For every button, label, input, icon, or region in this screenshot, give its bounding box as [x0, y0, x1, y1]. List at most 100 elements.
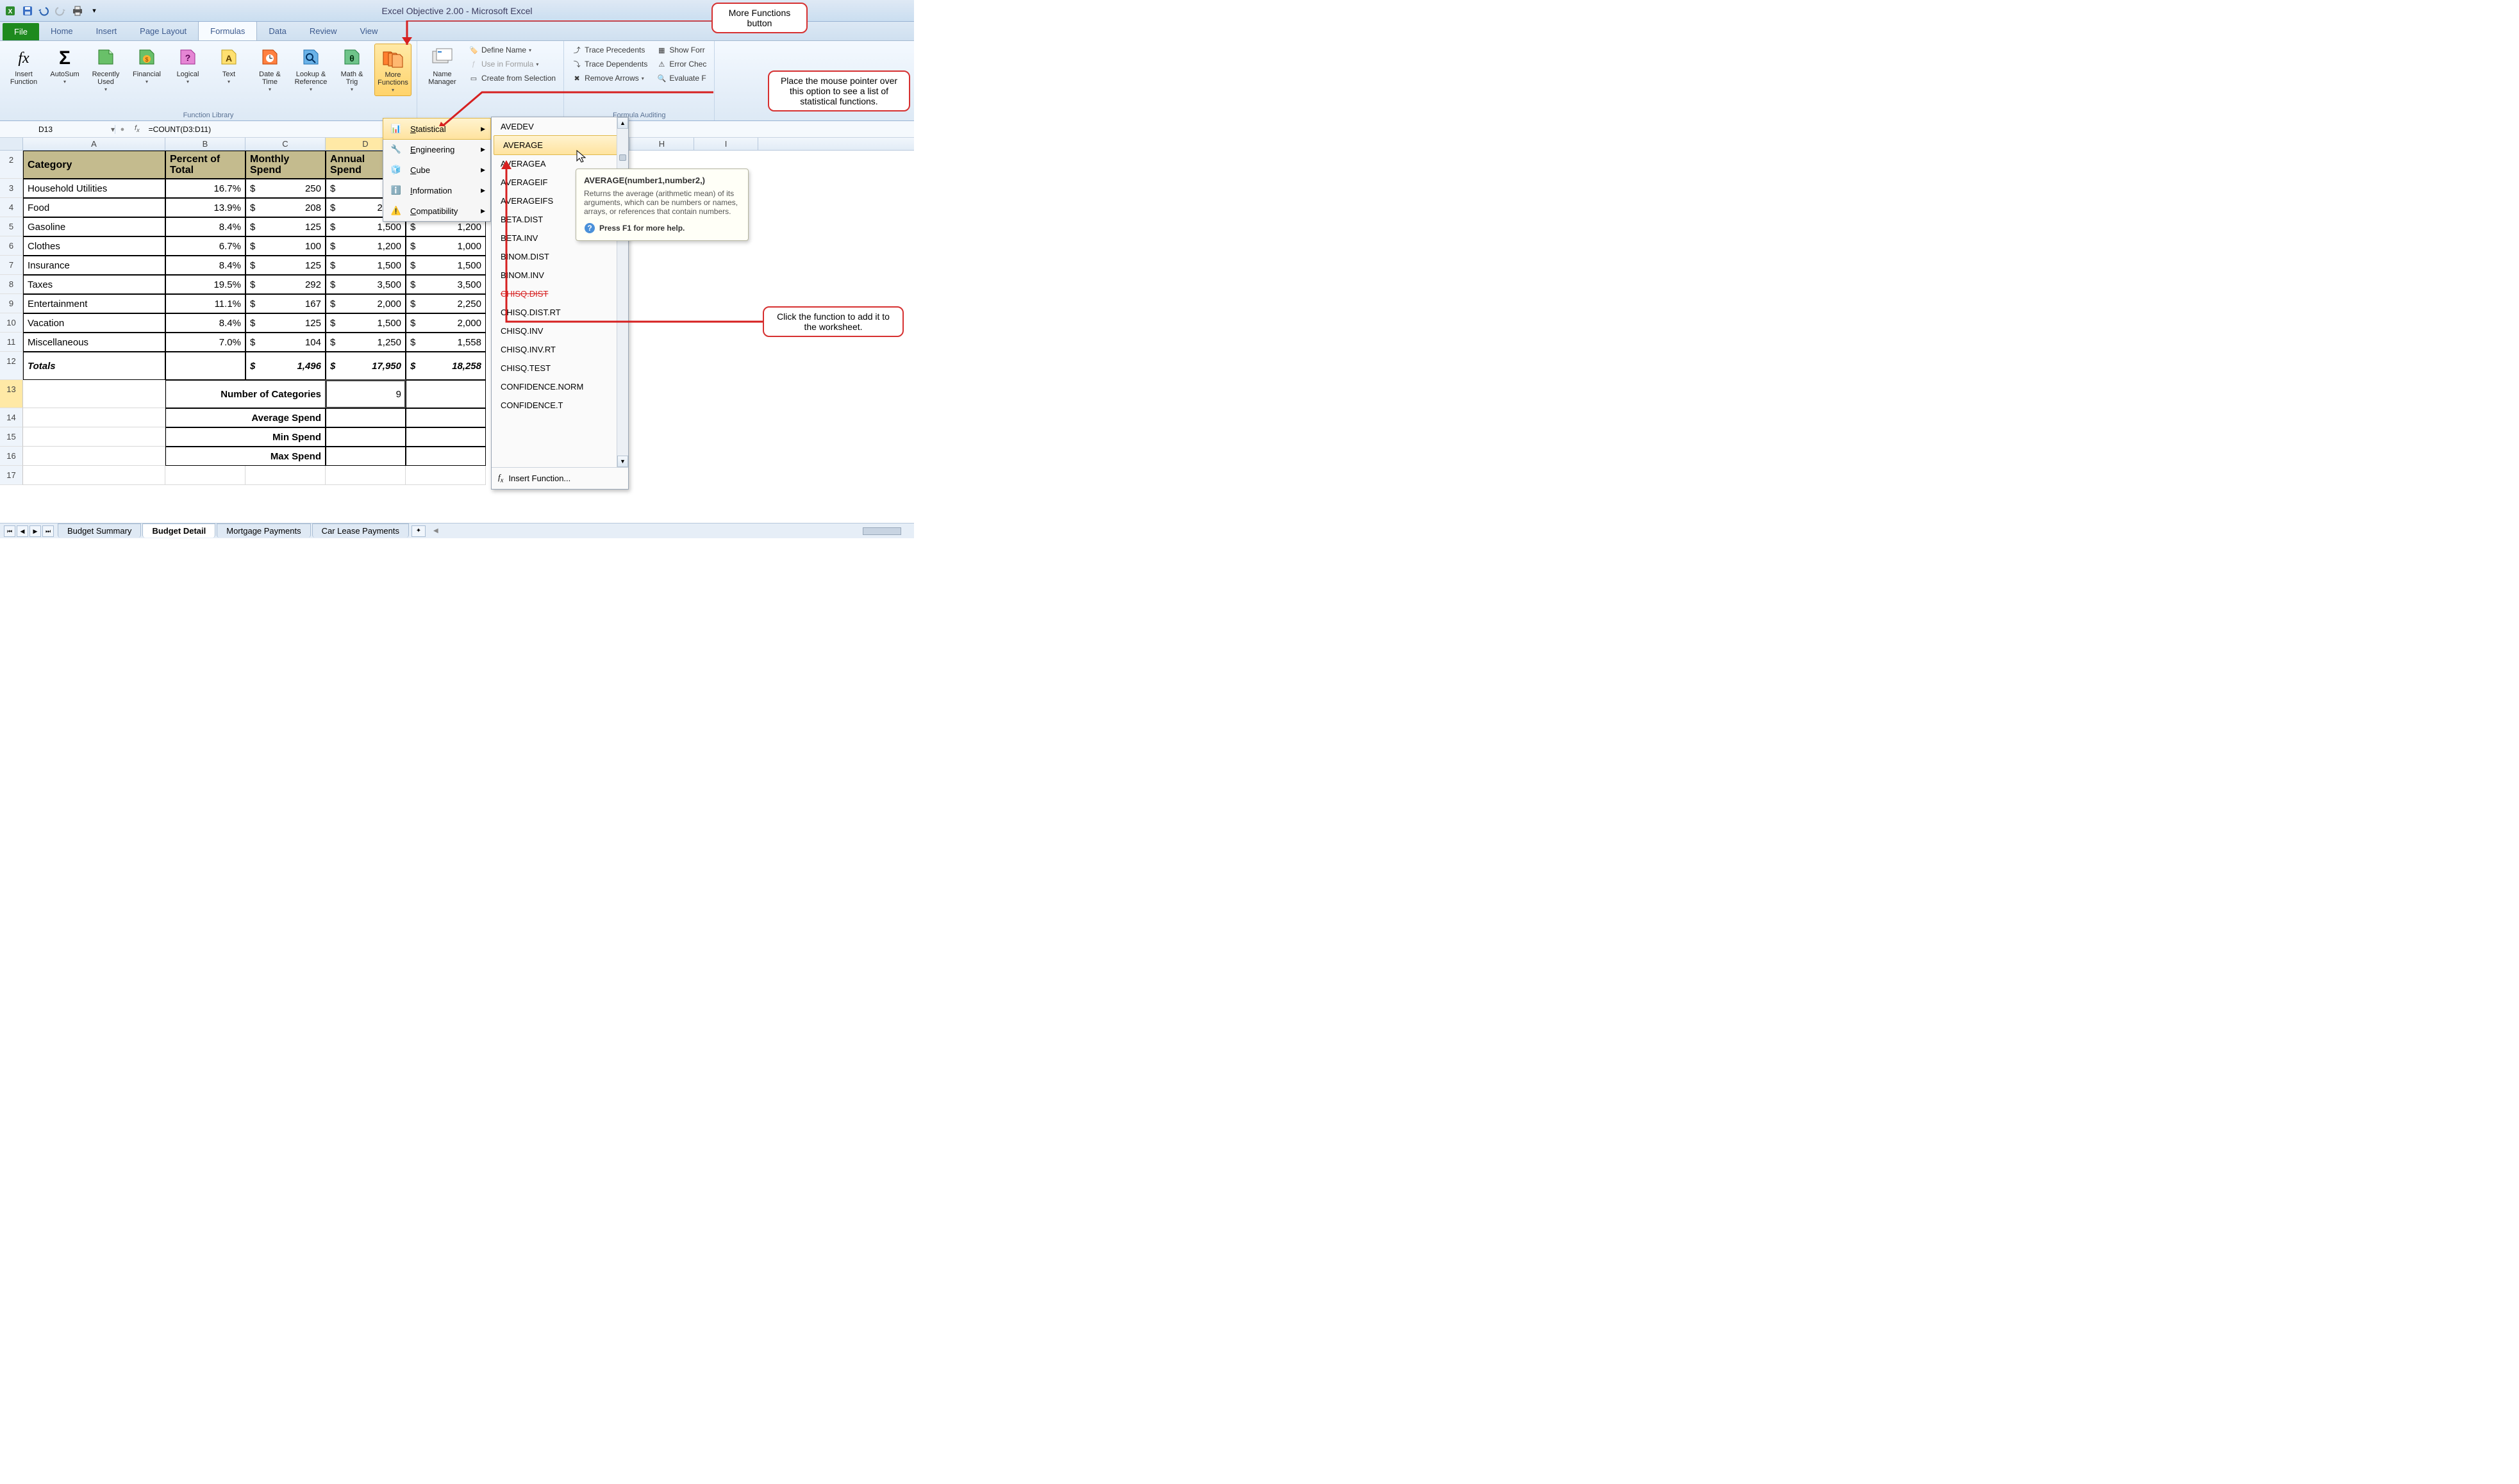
print-icon[interactable]	[71, 4, 85, 18]
insert-function-menu-item[interactable]: fx Insert Function...	[492, 467, 628, 489]
cell-ann[interactable]: $1,500	[326, 256, 406, 275]
row-header[interactable]: 4	[0, 198, 23, 217]
sheet-nav-prev[interactable]: ◀	[17, 525, 28, 537]
stat-label[interactable]: Average Spend	[165, 408, 326, 427]
more-category-cube[interactable]: 🧊Cube▶	[383, 160, 490, 180]
function-average[interactable]: AVERAGE	[494, 135, 626, 155]
select-all-corner[interactable]	[0, 138, 23, 150]
lookup-reference-button[interactable]: Lookup & Reference▾	[292, 44, 329, 95]
cell-mon[interactable]: $208	[245, 198, 326, 217]
cell-ann[interactable]: $1,500	[326, 313, 406, 333]
undo-icon[interactable]	[37, 4, 51, 18]
row-header[interactable]: 6	[0, 236, 23, 256]
text-button[interactable]: A Text▾	[210, 44, 247, 87]
tab-page-layout[interactable]: Page Layout	[128, 22, 198, 40]
cell-pct[interactable]: 16.7%	[165, 179, 245, 198]
insert-function-button[interactable]: fx Insert Function	[5, 44, 42, 87]
sheet-nav-first[interactable]: ⏮	[4, 525, 15, 537]
cell-ly[interactable]: $2,250	[406, 294, 486, 313]
cell-pct[interactable]: 8.4%	[165, 256, 245, 275]
cell-pct[interactable]: 7.0%	[165, 333, 245, 352]
stat-value[interactable]	[326, 427, 406, 447]
header-percent[interactable]: Percent ofTotal	[165, 151, 245, 179]
scroll-down-button[interactable]: ▼	[617, 456, 628, 467]
cell-mon[interactable]: $167	[245, 294, 326, 313]
cell-mon[interactable]: $125	[245, 313, 326, 333]
cell-mon[interactable]: $125	[245, 256, 326, 275]
totals-mon[interactable]: $1,496	[245, 352, 326, 380]
row-header[interactable]: 17	[0, 466, 23, 485]
tab-home[interactable]: Home	[39, 22, 85, 40]
row-header[interactable]: 10	[0, 313, 23, 333]
cell-category[interactable]: Insurance	[23, 256, 165, 275]
horiz-scroll-left[interactable]: ◀	[433, 527, 438, 534]
stat-value[interactable]: 9	[326, 380, 406, 408]
row-header[interactable]: 12	[0, 352, 23, 380]
more-category-engineering[interactable]: 🔧Engineering▶	[383, 139, 490, 160]
col-header-B[interactable]: B	[165, 138, 245, 150]
cell-category[interactable]: Entertainment	[23, 294, 165, 313]
cell-ly[interactable]: $1,000	[406, 236, 486, 256]
cell-mon[interactable]: $250	[245, 179, 326, 198]
financial-button[interactable]: $ Financial▾	[128, 44, 165, 87]
new-sheet-button[interactable]: ✦	[412, 525, 426, 537]
stat-label[interactable]: Number of Categories	[165, 380, 326, 408]
cell-pct[interactable]: 8.4%	[165, 217, 245, 236]
row-header[interactable]: 7	[0, 256, 23, 275]
totals-ly[interactable]: $18,258	[406, 352, 486, 380]
row-header[interactable]: 3	[0, 179, 23, 198]
cell-pct[interactable]: 11.1%	[165, 294, 245, 313]
stat-value[interactable]	[326, 408, 406, 427]
more-category-information[interactable]: ℹ️Information▶	[383, 180, 490, 201]
excel-icon[interactable]: X	[4, 4, 18, 18]
row-header[interactable]: 13	[0, 380, 23, 408]
header-category[interactable]: Category	[23, 151, 165, 179]
cell-ann[interactable]: $1,200	[326, 236, 406, 256]
tab-data[interactable]: Data	[257, 22, 297, 40]
cell-ly[interactable]: $2,000	[406, 313, 486, 333]
col-header-I[interactable]: I	[694, 138, 758, 150]
tab-formulas[interactable]: Formulas	[198, 21, 257, 40]
cell-category[interactable]: Taxes	[23, 275, 165, 294]
row-header[interactable]: 8	[0, 275, 23, 294]
cell-mon[interactable]: $104	[245, 333, 326, 352]
cell-category[interactable]: Gasoline	[23, 217, 165, 236]
autosum-button[interactable]: Σ AutoSum▾	[46, 44, 83, 87]
cell-pct[interactable]: 19.5%	[165, 275, 245, 294]
fx-icon[interactable]: fx	[129, 124, 145, 133]
cell-ly[interactable]: $1,500	[406, 256, 486, 275]
sheet-tab-car-lease-payments[interactable]: Car Lease Payments	[312, 524, 409, 538]
math-trig-button[interactable]: θ Math & Trig▾	[333, 44, 370, 95]
function-chisq-test[interactable]: CHISQ.TEST	[492, 359, 628, 377]
qat-customize-icon[interactable]: ▾	[87, 4, 101, 18]
cell-mon[interactable]: $100	[245, 236, 326, 256]
row-header[interactable]: 11	[0, 333, 23, 352]
cell-pct[interactable]: 8.4%	[165, 313, 245, 333]
cell-category[interactable]: Vacation	[23, 313, 165, 333]
function-confidence-norm[interactable]: CONFIDENCE.NORM	[492, 377, 628, 396]
col-header-C[interactable]: C	[245, 138, 326, 150]
logical-button[interactable]: ? Logical▾	[169, 44, 206, 87]
stat-label[interactable]: Max Spend	[165, 447, 326, 466]
cell-pct[interactable]: 13.9%	[165, 198, 245, 217]
cell-mon[interactable]: $292	[245, 275, 326, 294]
cell-ann[interactable]: $1,250	[326, 333, 406, 352]
stat-label[interactable]: Min Spend	[165, 427, 326, 447]
header-monthly[interactable]: MonthlySpend	[245, 151, 326, 179]
cell-category[interactable]: Food	[23, 198, 165, 217]
sheet-nav-last[interactable]: ⏭	[42, 525, 54, 537]
function-chisq-inv-rt[interactable]: CHISQ.INV.RT	[492, 340, 628, 359]
cell-ly[interactable]: $1,558	[406, 333, 486, 352]
cell-ly[interactable]: $3,500	[406, 275, 486, 294]
recently-used-button[interactable]: Recently Used▾	[87, 44, 124, 95]
col-header-A[interactable]: A	[23, 138, 165, 150]
tab-insert[interactable]: Insert	[85, 22, 129, 40]
col-header-H[interactable]: H	[630, 138, 694, 150]
cell-category[interactable]: Miscellaneous	[23, 333, 165, 352]
row-header[interactable]: 2	[0, 151, 23, 179]
row-header[interactable]: 5	[0, 217, 23, 236]
tab-file[interactable]: File	[3, 23, 39, 40]
redo-icon[interactable]	[54, 4, 68, 18]
sheet-tab-mortgage-payments[interactable]: Mortgage Payments	[217, 524, 310, 538]
name-box[interactable]: D13▾	[0, 125, 115, 134]
